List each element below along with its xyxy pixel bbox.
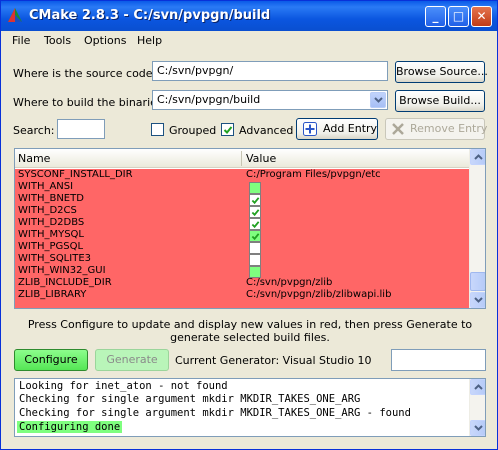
build-path-value: C:/svn/pvpgn/build [157,93,261,106]
title-bar[interactable]: CMake 2.8.3 - C:/svn/pvpgn/build _ □ ✕ [1,1,497,31]
cell-name: ZLIB_INCLUDE_DIR [18,277,112,288]
menu-file[interactable]: File [12,34,30,47]
cell-checkbox[interactable] [249,254,261,266]
table-header: Name Value [15,149,471,168]
cell-name: WITH_BNETD [18,193,84,204]
cell-value[interactable]: C:/svn/pvpgn/zlib/zlibwapi.lib [246,289,391,300]
plus-icon [303,122,317,136]
cell-checkbox[interactable] [249,206,261,218]
scroll-down-button[interactable] [470,292,485,308]
progress-bar [391,349,486,371]
maximize-icon: □ [452,9,465,23]
log-line: Looking for inet_aton - not found [19,380,228,392]
scroll-up-button[interactable] [470,149,485,165]
cell-checkbox[interactable] [249,218,261,230]
build-path-combo[interactable]: C:/svn/pvpgn/build [152,90,388,110]
chevron-down-icon [374,97,383,103]
cell-name: WITH_PGSQL [18,241,84,252]
remove-entry-label: Remove Entry [410,122,488,135]
log-line-configuring-done: Configuring done [17,421,123,433]
checkmark-icon [251,221,260,229]
column-value-header[interactable]: Value [246,152,276,165]
maximize-button[interactable]: □ [448,6,469,27]
cell-name: WITH_D2DBS [18,217,85,228]
output-scroll-down-button[interactable] [470,420,485,436]
output-scroll-up-button[interactable] [470,379,485,395]
menu-help[interactable]: Help [137,34,162,47]
chevron-up-icon [474,384,483,390]
instructions-text: Press Configure to update and display ne… [27,318,473,344]
grouped-label: Grouped [169,124,217,137]
cell-name: WITH_MYSQL [18,229,84,240]
add-entry-label: Add Entry [323,122,378,135]
menu-bar: File Tools Options Help [1,31,497,51]
advanced-checkbox[interactable] [221,123,234,136]
search-label: Search: [13,124,55,137]
source-path-input[interactable]: C:/svn/pvpgn/ [152,61,388,81]
search-input[interactable] [57,119,105,139]
remove-x-icon [392,123,404,135]
checkmark-icon [251,233,260,241]
cell-name: WITH_WIN32_GUI [18,265,106,276]
log-line: Checking for single argument mkdir MKDIR… [19,407,411,419]
cell-checkbox[interactable] [249,182,261,194]
cmake-window: CMake 2.8.3 - C:/svn/pvpgn/build _ □ ✕ F… [0,0,498,450]
cell-checkbox[interactable] [249,194,261,206]
checkmark-icon [223,126,233,134]
generate-button[interactable]: Generate [95,349,169,371]
browse-build-button[interactable]: Browse Build... [395,90,485,112]
close-button[interactable]: ✕ [471,6,492,27]
remove-entry-button[interactable]: Remove Entry [385,118,488,140]
build-label: Where to build the binaries: [13,96,167,109]
source-label: Where is the source code: [13,67,157,80]
cell-name: WITH_SQLITE3 [18,253,91,264]
combo-dropdown-button[interactable] [370,92,386,108]
scroll-thumb[interactable] [470,272,485,291]
table-rows: SYSCONF_INSTALL_DIR C:/Program Files/pvpg… [15,169,471,308]
column-separator[interactable] [241,151,242,166]
column-name-header[interactable]: Name [18,152,50,165]
cell-name: SYSCONF_INSTALL_DIR [18,169,133,180]
checkmark-icon [251,209,260,217]
cell-name: WITH_D2CS [18,205,77,216]
minimize-button[interactable]: _ [425,6,446,27]
close-icon: ✕ [476,9,487,23]
chevron-down-icon [474,297,483,303]
cell-checkbox[interactable] [249,242,261,254]
cmake-app-icon [8,8,22,22]
grouped-checkbox[interactable] [151,123,164,136]
browse-source-button[interactable]: Browse Source... [395,61,488,83]
menu-tools[interactable]: Tools [44,34,71,47]
menu-options[interactable]: Options [84,34,126,47]
table-scrollbar[interactable] [469,149,485,308]
checkmark-icon [251,197,260,205]
chevron-up-icon [474,154,483,160]
table-row[interactable]: ZLIB_LIBRARY C:/svn/pvpgn/zlib/zlibwapi.l… [15,289,471,302]
output-log[interactable]: Looking for inet_aton - not found Checki… [14,378,486,437]
add-entry-button[interactable]: Add Entry [296,118,378,140]
cell-value[interactable]: C:/svn/pvpgn/zlib [246,277,332,288]
cell-value[interactable]: C:/Program Files/pvpgn/etc [246,169,381,180]
output-scrollbar[interactable] [469,379,485,436]
window-title: CMake 2.8.3 - C:/svn/pvpgn/build [29,8,271,23]
cache-table[interactable]: Name Value SYSCONF_INSTALL_DIR C:/Program… [14,148,486,309]
chevron-down-icon [474,425,483,431]
cell-name: ZLIB_LIBRARY [18,289,87,300]
table-row[interactable]: SYSCONF_INSTALL_DIR C:/Program Files/pvpg… [15,169,471,182]
table-row[interactable]: WITH_MYSQL [15,229,471,242]
current-generator-text: Current Generator: Visual Studio 10 [175,354,372,367]
log-line: Checking for single argument mkdir MKDIR… [19,393,361,405]
advanced-label: Advanced [239,124,294,137]
configure-button[interactable]: Configure [14,349,88,371]
minimize-icon: _ [432,9,439,23]
cell-name: WITH_ANSI [18,181,74,192]
cell-checkbox[interactable] [249,230,261,242]
table-row[interactable]: WITH_BNETD [15,193,471,206]
